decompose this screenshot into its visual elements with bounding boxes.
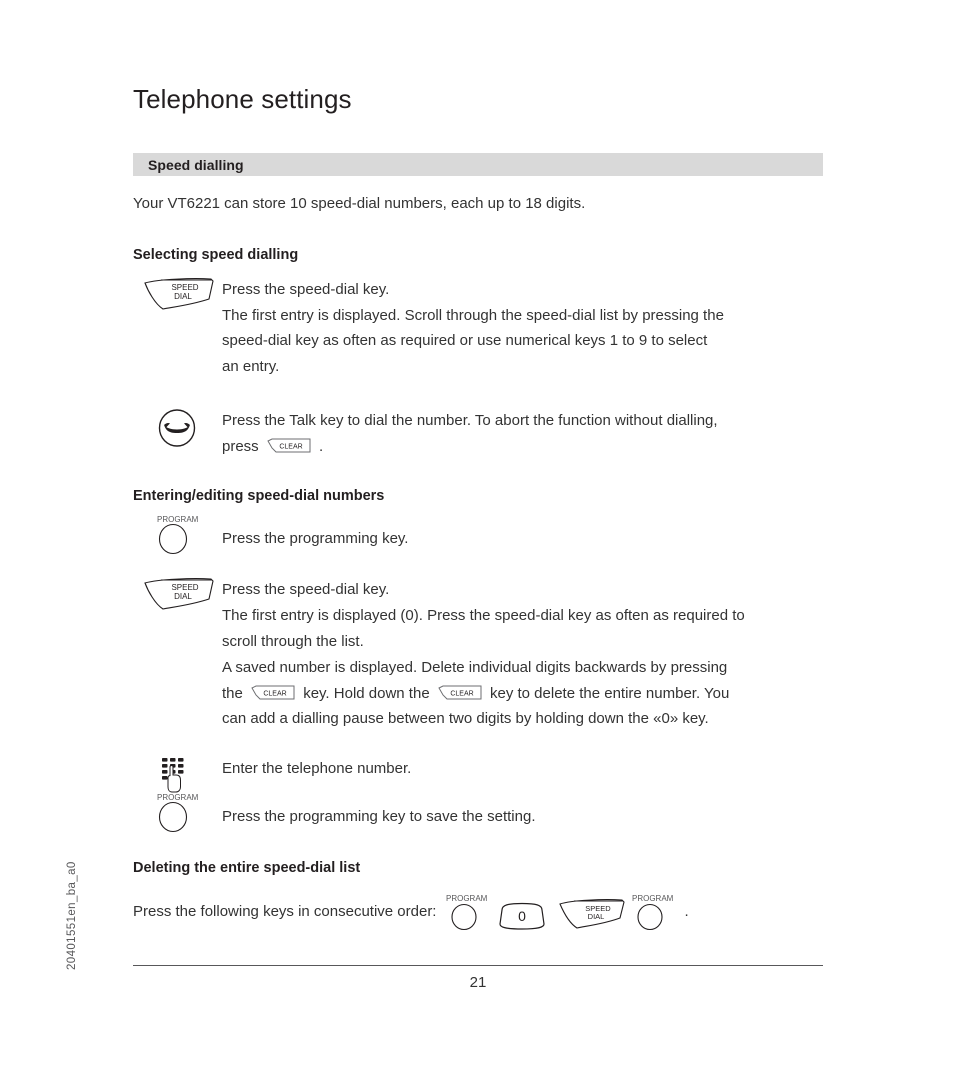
instruction-line: Press the Talk key to dial the number. T… — [222, 411, 718, 429]
key-column: PROGRAM — [133, 515, 222, 554]
page-number: 21 — [469, 974, 487, 991]
instruction-text: Press the Talk key to dial the number. T… — [222, 408, 823, 460]
instruction-text: Enter the telephone number. — [222, 756, 823, 782]
key-column — [133, 408, 222, 447]
instruction-text: Press the programming key to save the se… — [222, 804, 823, 830]
instruction-row: SPEED DIAL Press the speed-dial key. The… — [133, 577, 823, 732]
instruction-line: Press the programming key to save the se… — [222, 807, 536, 825]
instruction-line: Press the programming key. — [222, 529, 409, 547]
clear-key-icon: CLEAR — [250, 684, 296, 702]
speed-dial-key-label-bottom: DIAL — [588, 912, 605, 921]
program-key-label: PROGRAM — [157, 515, 199, 524]
key-sequence: PROGRAM 0 SPEED DIAL PROGRAM . — [444, 892, 689, 932]
instruction-line: Enter the telephone number. — [222, 760, 412, 778]
instruction-line: A saved number is displayed. Delete indi… — [222, 658, 728, 676]
key-column: SPEED DIAL — [133, 577, 222, 610]
instruction-row: PROGRAM Press the programming key to sav… — [133, 793, 823, 832]
talk-key-icon — [157, 408, 197, 448]
instruction-line: scroll through the list. — [222, 632, 364, 650]
key-column — [133, 756, 222, 793]
subsection-heading-deleting: Deleting the entire speed-dial list — [133, 859, 361, 876]
program-key-icon: PROGRAM — [153, 790, 207, 834]
delete-instruction-text: Press the following keys in consecutive … — [133, 903, 437, 921]
program-key-icon: PROGRAM — [444, 892, 494, 932]
page-title: Telephone settings — [133, 84, 352, 114]
zero-key-label: 0 — [519, 908, 527, 924]
subsection-heading-selecting: Selecting speed dialling — [133, 246, 299, 263]
program-key-label: PROGRAM — [632, 894, 674, 903]
zero-key-icon: 0 — [496, 892, 552, 932]
instruction-row: Press the Talk key to dial the number. T… — [133, 408, 823, 460]
instruction-row: SPEED DIAL Press the speed-dial key. The… — [133, 277, 823, 380]
program-key-icon: PROGRAM — [153, 512, 207, 556]
text-before-key: press — [222, 437, 263, 455]
speed-dial-key-icon: SPEED DIAL — [143, 277, 215, 311]
instruction-text: Press the programming key. — [222, 526, 823, 552]
instruction-line: an entry. — [222, 358, 280, 376]
document-page: 20401551en_ba_a0 Telephone settings Spee… — [0, 0, 954, 1075]
document-id-vertical-text: 20401551en_ba_a0 — [66, 861, 78, 970]
footer-divider — [133, 965, 823, 966]
speed-dial-key-label-bottom: DIAL — [174, 592, 192, 601]
instruction-line-with-keys: the CLEAR key. Hold down the CLEAR key t… — [222, 681, 823, 707]
clear-key-icon: CLEAR — [437, 684, 483, 702]
speed-dial-key-label-top: SPEED — [171, 283, 198, 292]
instruction-row: Enter the telephone number. — [133, 756, 823, 793]
text-segment: the — [222, 684, 248, 702]
program-key-label: PROGRAM — [446, 894, 488, 903]
speed-dial-key-label-bottom: DIAL — [174, 292, 192, 301]
instruction-line: can add a dialling pause between two dig… — [222, 710, 709, 728]
subsection-heading-entering: Entering/editing speed-dial numbers — [133, 487, 385, 504]
delete-instruction-row: Press the following keys in consecutive … — [133, 892, 823, 932]
program-key-label: PROGRAM — [157, 793, 199, 802]
clear-key-label: CLEAR — [263, 690, 286, 697]
key-column: SPEED DIAL — [133, 277, 222, 310]
speed-dial-key-icon: SPEED DIAL — [143, 577, 215, 611]
instruction-line-with-key: press CLEAR . — [222, 434, 823, 460]
instruction-row: PROGRAM Press the programming key. — [133, 515, 823, 554]
key-column: PROGRAM — [133, 793, 222, 832]
instruction-text: Press the speed-dial key. The first entr… — [222, 577, 823, 732]
speed-dial-key-icon: SPEED DIAL — [558, 892, 628, 932]
speed-dial-key-label-top: SPEED — [171, 583, 198, 592]
instruction-line: The first entry is displayed (0). Press … — [222, 607, 745, 625]
instruction-line: speed-dial key as often as required or u… — [222, 332, 708, 350]
section-band-label: Speed dialling — [148, 156, 244, 173]
instruction-line: Press the speed-dial key. — [222, 280, 390, 298]
instruction-line: Press the speed-dial key. — [222, 581, 390, 599]
text-segment: key. Hold down the — [299, 684, 434, 702]
clear-key-label: CLEAR — [279, 443, 302, 450]
instruction-line: The first entry is displayed. Scroll thr… — [222, 306, 724, 324]
program-key-icon: PROGRAM — [630, 892, 680, 932]
clear-key-label: CLEAR — [450, 690, 473, 697]
clear-key-icon: CLEAR — [266, 437, 312, 455]
page-content: Telephone settings Speed dialling Your V… — [133, 0, 823, 932]
instruction-text: Press the speed-dial key. The first entr… — [222, 277, 823, 380]
text-segment: key to delete the entire number. You — [485, 684, 730, 702]
text-after-key: . — [314, 437, 324, 455]
section-intro-paragraph: Your VT6221 can store 10 speed-dial numb… — [133, 195, 586, 212]
section-band: Speed dialling — [133, 153, 823, 176]
trailing-period: . — [684, 903, 689, 921]
